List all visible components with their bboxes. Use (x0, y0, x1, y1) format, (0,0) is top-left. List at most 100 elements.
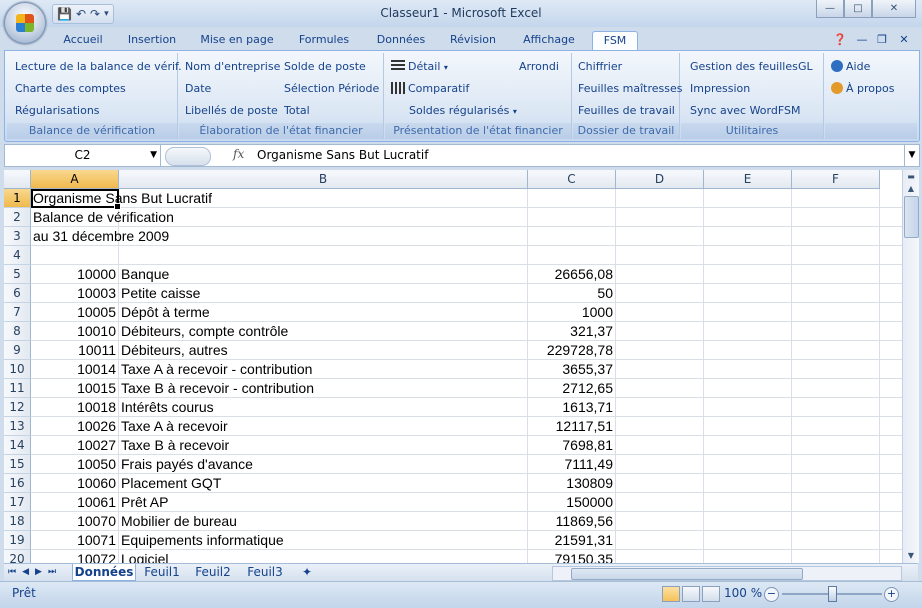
cell-c[interactable]: 321,37 (528, 322, 613, 340)
row-header[interactable]: 2 (4, 208, 31, 227)
detail-button[interactable]: Détail ▾ (391, 59, 448, 76)
nom-entreprise-button[interactable]: Nom d'entreprise (185, 59, 280, 75)
cell-b[interactable]: Equipements informatique (121, 531, 284, 549)
cell-b[interactable]: Placement GQT (121, 474, 221, 492)
cell-a[interactable]: 10010 (31, 322, 116, 340)
chevron-down-icon[interactable]: ▼ (150, 145, 157, 166)
column-header-b[interactable]: B (119, 170, 528, 189)
row-header[interactable]: 3 (4, 227, 31, 246)
close-button[interactable]: ✕ (872, 0, 916, 18)
row-header[interactable]: 8 (4, 322, 31, 341)
column-header-e[interactable]: E (704, 170, 792, 189)
row-header[interactable]: 7 (4, 303, 31, 322)
formula-input[interactable]: Organisme Sans But Lucratif (257, 145, 428, 166)
customize-qat-icon[interactable]: ▾ (104, 6, 109, 22)
cell-c[interactable]: 7698,81 (528, 436, 613, 454)
sync-wordfsm-button[interactable]: Sync avec WordFSM (690, 103, 800, 119)
sheet-tab-feuil1[interactable]: Feuil1 (140, 564, 184, 580)
date-button[interactable]: Date (185, 81, 211, 97)
cell-a[interactable]: 10050 (31, 455, 116, 473)
office-button[interactable] (4, 2, 46, 44)
cell-b[interactable]: Dépôt à terme (121, 303, 210, 321)
row-header[interactable]: 10 (4, 360, 31, 379)
cell-b[interactable]: Débiteurs, autres (121, 341, 228, 359)
insert-function-icon[interactable]: fx (233, 147, 244, 161)
zoom-in-icon[interactable]: + (884, 587, 899, 602)
column-header-f[interactable]: F (792, 170, 880, 189)
row-header[interactable]: 4 (4, 246, 31, 265)
cell-a[interactable]: 10015 (31, 379, 116, 397)
impression-button[interactable]: Impression (690, 81, 750, 97)
cell-c[interactable]: 3655,37 (528, 360, 613, 378)
cell-a[interactable]: 10003 (31, 284, 116, 302)
expand-formula-icon[interactable]: ▼ (904, 145, 919, 166)
cell-c[interactable]: 130809 (528, 474, 613, 492)
gestion-feuilles-button[interactable]: Gestion des feuilles (690, 59, 798, 75)
scroll-up-icon[interactable]: ▲ (904, 182, 918, 196)
sheet-tab-donnees[interactable]: Données (72, 564, 136, 581)
row-header[interactable]: 1 (4, 189, 31, 208)
cell-a[interactable]: Balance de vérification (33, 208, 174, 226)
cell-a[interactable]: 10014 (31, 360, 116, 378)
row-header[interactable]: 19 (4, 531, 31, 550)
tab-accueil[interactable]: Accueil (52, 31, 114, 49)
row-header[interactable]: 18 (4, 512, 31, 531)
worksheet-grid[interactable]: A B C D E F 1 Organisme Sans But Lucratif 2 Balan… (4, 170, 902, 563)
page-layout-view-icon[interactable] (682, 586, 700, 602)
ribbon-restore-icon[interactable]: ❐ (874, 31, 890, 49)
selection-periode-button[interactable]: Sélection Période (284, 81, 379, 97)
undo-icon[interactable]: ↶ (76, 6, 86, 22)
row-header[interactable]: 5 (4, 265, 31, 284)
cell-c[interactable]: 50 (528, 284, 613, 302)
cell-b[interactable]: Logiciel (121, 550, 168, 563)
cell-c[interactable]: 1000 (528, 303, 613, 321)
a-propos-button[interactable]: À propos (831, 81, 894, 97)
zoom-out-icon[interactable]: − (764, 587, 779, 602)
zoom-slider-thumb[interactable] (828, 586, 837, 602)
cell-c[interactable]: 12117,51 (528, 417, 613, 435)
cell-a[interactable]: 10018 (31, 398, 116, 416)
cell-b[interactable]: Mobilier de bureau (121, 512, 237, 530)
row-header[interactable]: 15 (4, 455, 31, 474)
chiffrier-button[interactable]: Chiffrier (578, 59, 622, 75)
row-header[interactable]: 14 (4, 436, 31, 455)
sheet-nav-icons[interactable]: ⏮◀▶⏭ (8, 564, 62, 581)
column-header-d[interactable]: D (616, 170, 704, 189)
cell-c[interactable]: 229728,78 (528, 341, 613, 359)
cell-a[interactable]: 10026 (31, 417, 116, 435)
cell-b[interactable]: Débiteurs, compte contrôle (121, 322, 288, 340)
cell-a[interactable]: 10027 (31, 436, 116, 454)
cell-a[interactable]: 10000 (31, 265, 116, 283)
help-icon[interactable]: ❓ (832, 31, 848, 49)
tab-affichage[interactable]: Affichage (514, 31, 584, 49)
ribbon-close-icon[interactable]: ✕ (896, 31, 912, 49)
cell-c[interactable]: 1613,71 (528, 398, 613, 416)
row-header[interactable]: 16 (4, 474, 31, 493)
vertical-scrollbar[interactable]: ▬ ▲ ▼ (902, 170, 919, 563)
sheet-tab-feuil3[interactable]: Feuil3 (242, 564, 288, 580)
row-header[interactable]: 20 (4, 550, 31, 563)
cell-b[interactable]: Taxe B à recevoir - contribution (121, 379, 314, 397)
minimize-button[interactable]: — (816, 0, 844, 18)
row-header[interactable]: 12 (4, 398, 31, 417)
zoom-level[interactable]: 100 % (724, 586, 762, 600)
cell-c[interactable]: 150000 (528, 493, 613, 511)
horizontal-scrollbar[interactable] (552, 566, 902, 581)
column-header-a[interactable]: A (31, 170, 119, 189)
tab-revision[interactable]: Révision (441, 31, 505, 49)
feuilles-maitresses-button[interactable]: Feuilles maîtresses (578, 81, 682, 97)
row-header[interactable]: 13 (4, 417, 31, 436)
total-button[interactable]: Total (284, 103, 310, 119)
feuilles-travail-button[interactable]: Feuilles de travail (578, 103, 675, 119)
comparatif-button[interactable]: Comparatif (391, 81, 469, 97)
cell-a[interactable]: 10071 (31, 531, 116, 549)
cell-a[interactable]: 10072 (31, 550, 116, 563)
tab-fsm[interactable]: FSM (592, 31, 638, 50)
solde-poste-button[interactable]: Solde de poste (284, 59, 366, 75)
tab-formules[interactable]: Formules (290, 31, 358, 49)
regularisations-button[interactable]: Régularisations (15, 103, 100, 119)
normal-view-icon[interactable] (662, 586, 680, 602)
cell-b[interactable]: Banque (121, 265, 169, 283)
insert-sheet-icon[interactable]: ✦ (296, 564, 318, 580)
redo-icon[interactable]: ↷ (90, 6, 100, 22)
